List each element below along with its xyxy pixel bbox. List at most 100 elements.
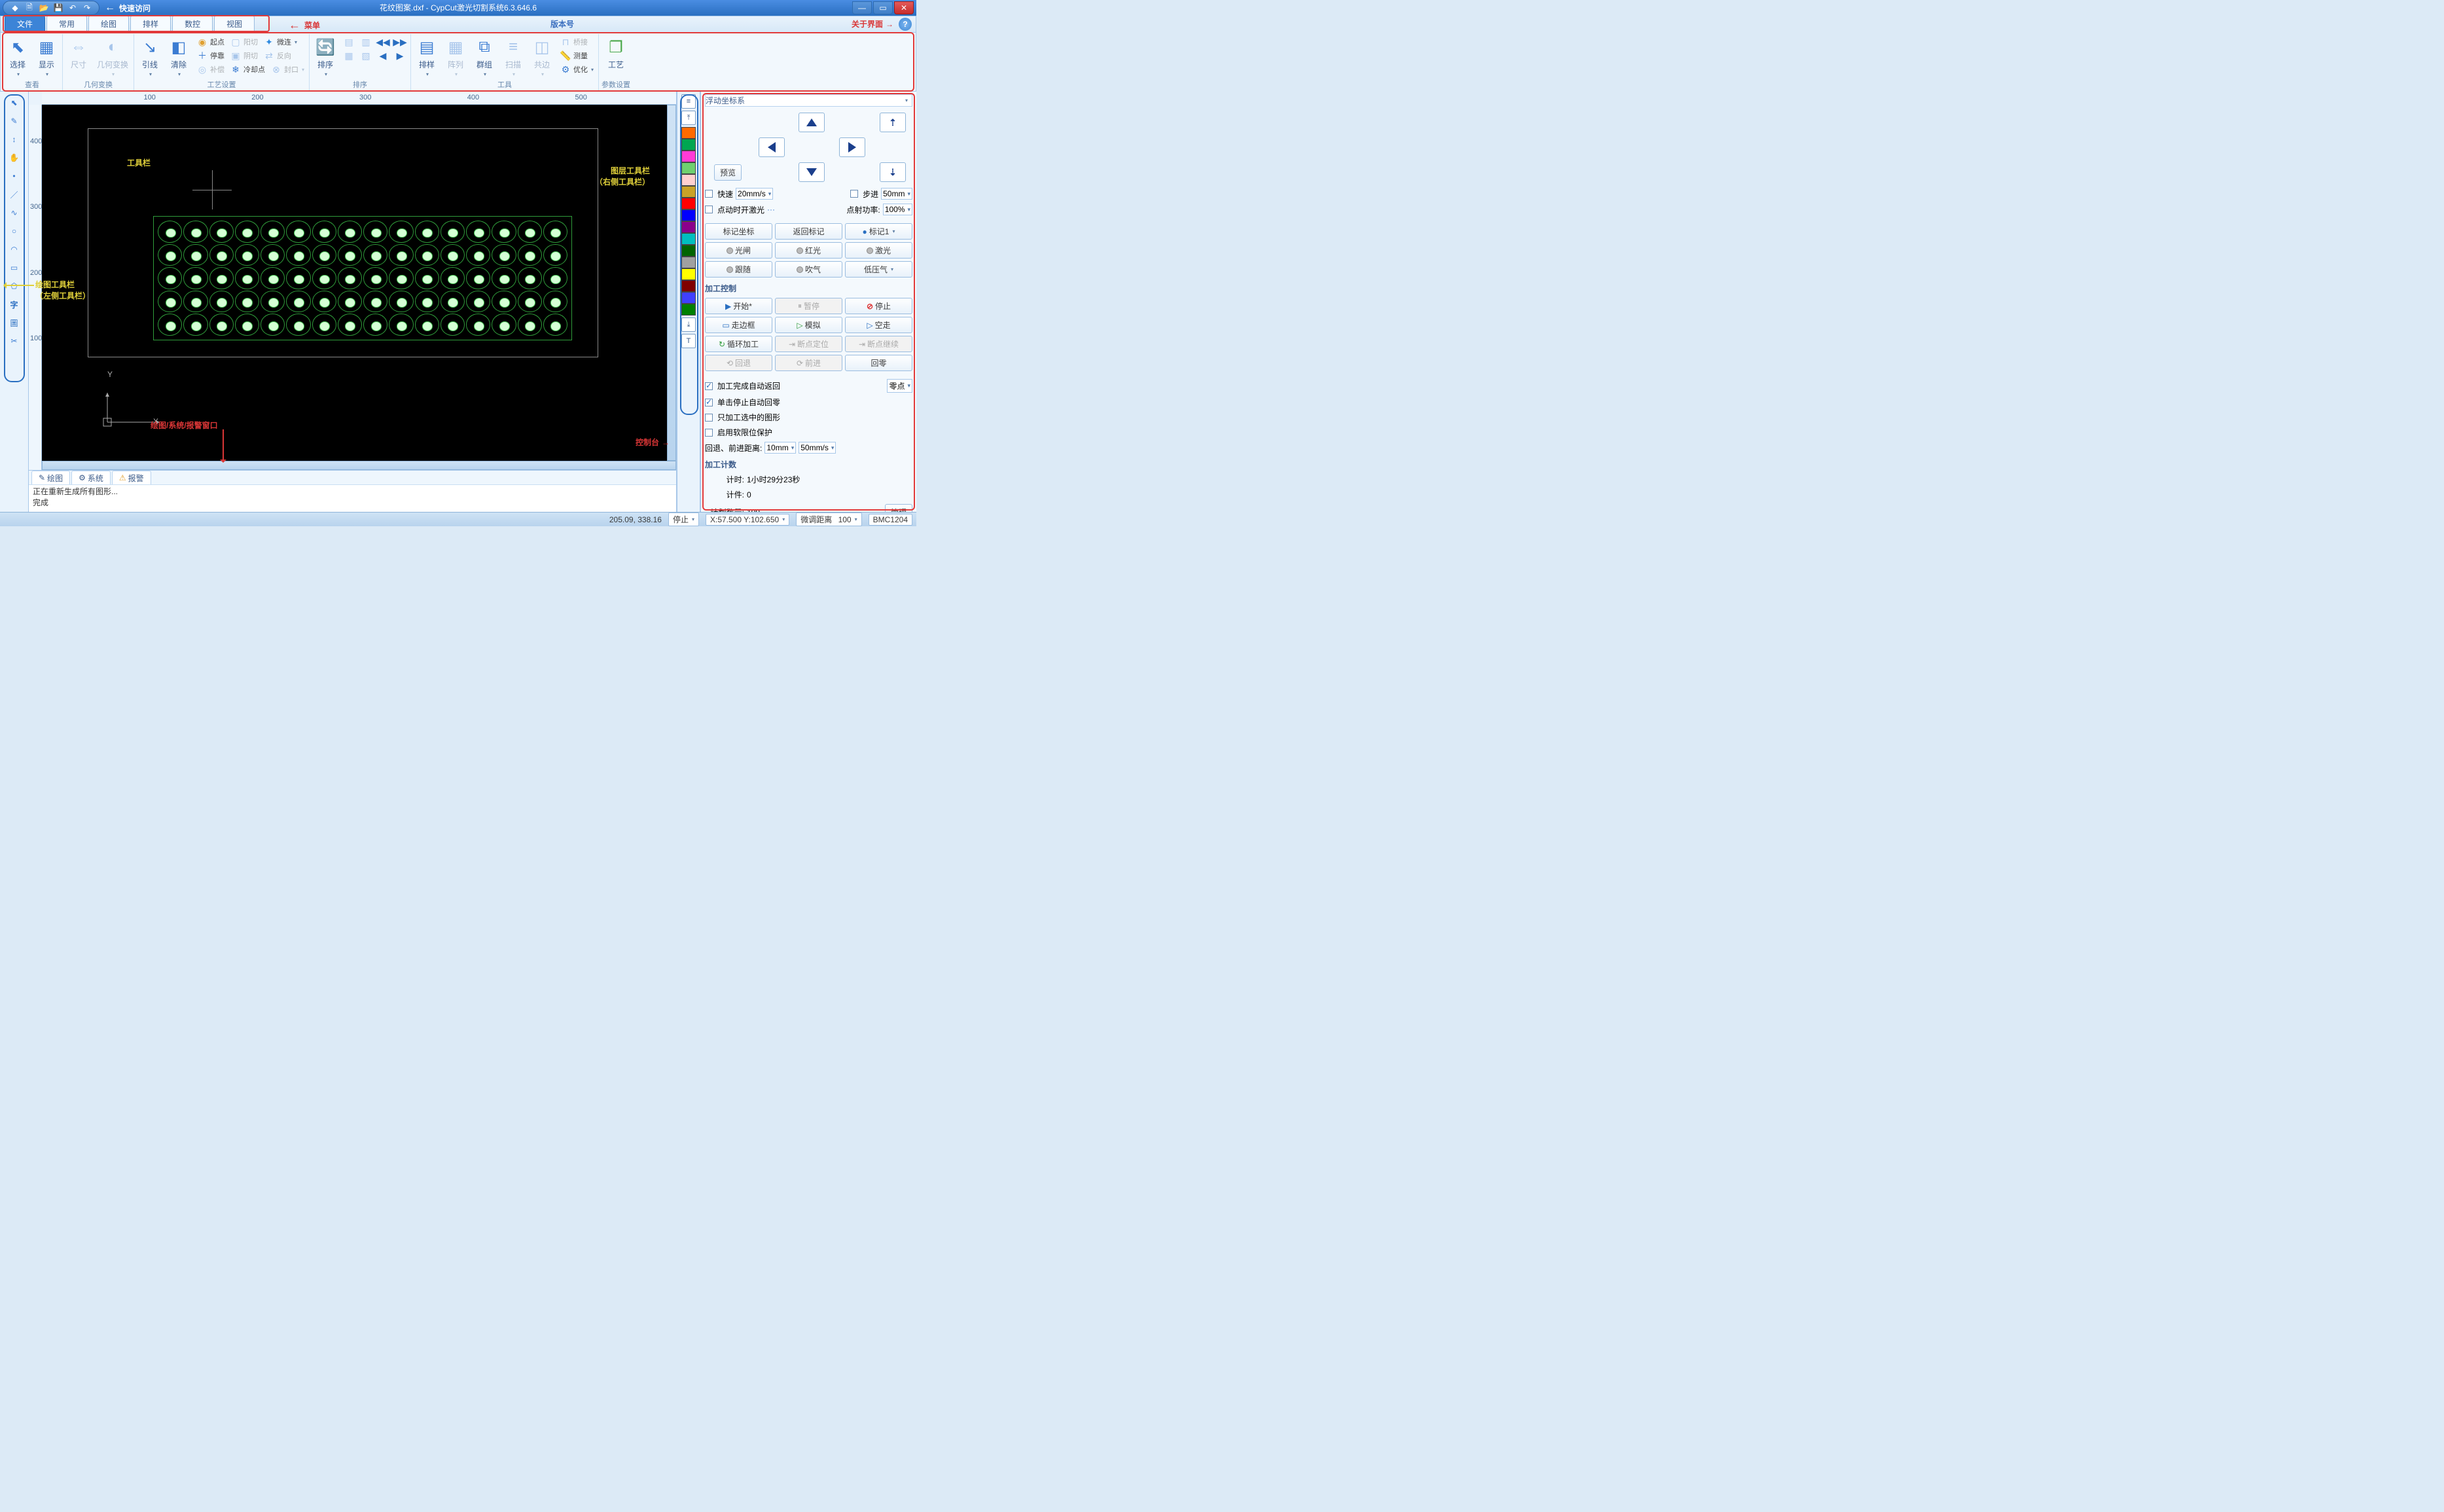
manage-button[interactable]: 管理: [885, 504, 912, 512]
layer-swatch-1[interactable]: [681, 139, 696, 151]
sort-step-prev[interactable]: ◀: [375, 49, 391, 62]
close-button[interactable]: ✕: [894, 1, 914, 14]
layer-list-button[interactable]: ≡: [681, 94, 696, 109]
commonedge-button[interactable]: ◫共边▾: [529, 35, 555, 79]
redlight-button[interactable]: 红光: [775, 242, 842, 259]
tab-common[interactable]: 常用: [46, 15, 87, 33]
nest-button[interactable]: ▤排样▾: [414, 35, 440, 79]
sort-next[interactable]: ▶▶: [392, 35, 408, 48]
pointer-tool[interactable]: ⬉: [6, 94, 23, 111]
minimize-button[interactable]: —: [852, 1, 872, 14]
sort-button[interactable]: 🔄排序▾: [312, 35, 338, 79]
return-to-combo[interactable]: 零点: [887, 379, 912, 393]
scan-button[interactable]: ≡扫描▾: [500, 35, 526, 79]
dotpower-combo[interactable]: 100%: [883, 204, 912, 215]
order-tool[interactable]: ↕: [6, 131, 23, 148]
line-tool[interactable]: ／: [6, 186, 23, 203]
bf-dist-combo[interactable]: 10mm: [764, 442, 796, 454]
fast-checkbox[interactable]: [705, 190, 713, 198]
jog-down-button[interactable]: [799, 162, 825, 182]
layer-swatch-3[interactable]: [681, 162, 696, 174]
reverse-button[interactable]: ⇄反向: [261, 49, 293, 62]
layer-swatch-8[interactable]: [681, 221, 696, 233]
tab-draw[interactable]: 绘图: [88, 15, 129, 33]
start-button[interactable]: ▶开始*: [705, 298, 772, 314]
dryrun-button[interactable]: ▷空走: [845, 317, 912, 333]
geom-exchange-button[interactable]: ◐几何变换▾: [94, 35, 131, 79]
select-button[interactable]: ⬉选择▾: [5, 35, 31, 79]
step-checkbox[interactable]: [850, 190, 858, 198]
layer-swatch-12[interactable]: [681, 268, 696, 280]
coolpoint-button[interactable]: ❄冷却点: [228, 63, 267, 76]
dimension-button[interactable]: ⇔尺寸: [65, 35, 92, 71]
vertical-scrollbar[interactable]: [667, 105, 676, 461]
maximize-button[interactable]: ▭: [873, 1, 893, 14]
rect-tool[interactable]: ▭: [6, 259, 23, 276]
yangcut-button[interactable]: ▢阳切: [228, 35, 260, 48]
shutter-button[interactable]: 光闸: [705, 242, 772, 259]
layer-swatch-13[interactable]: [681, 280, 696, 292]
microjoint-button[interactable]: ✦微连▾: [261, 35, 299, 48]
text-tool[interactable]: 字: [6, 296, 23, 313]
open-icon[interactable]: 📂: [39, 3, 49, 13]
stop-button[interactable]: ⊘停止: [845, 298, 912, 314]
arc-tool[interactable]: ◠: [6, 241, 23, 258]
preview-button[interactable]: 预览: [714, 164, 742, 181]
bp-locate-button[interactable]: ⇥断点定位: [775, 336, 842, 352]
state-field[interactable]: 停止▾: [668, 513, 699, 526]
z-down-button[interactable]: ⇣: [880, 162, 906, 182]
layer-text-button[interactable]: T: [681, 334, 696, 348]
polyline-tool[interactable]: ∿: [6, 204, 23, 221]
node-tool[interactable]: ✎: [6, 113, 23, 130]
frame-button[interactable]: ▭走边框: [705, 317, 772, 333]
clickstop-checkbox[interactable]: [705, 399, 713, 406]
fast-speed-combo[interactable]: 20mm/s: [736, 188, 773, 200]
return-mark-button[interactable]: 返回标记: [775, 223, 842, 240]
lead-button[interactable]: ↘引线▾: [137, 35, 163, 79]
stop-button-proc[interactable]: ＋停靠: [194, 49, 226, 62]
tab-file[interactable]: 文件: [5, 15, 45, 33]
layer-swatch-4[interactable]: [681, 174, 696, 186]
layer-swatch-0[interactable]: [681, 127, 696, 139]
layer-swatch-10[interactable]: [681, 245, 696, 257]
sort-m3[interactable]: ▦: [341, 49, 357, 62]
laser-button[interactable]: 激光: [845, 242, 912, 259]
layer-swatch-7[interactable]: [681, 209, 696, 221]
layer-top-button[interactable]: ⤒: [681, 111, 696, 125]
measure-button[interactable]: 📏测量: [558, 49, 596, 62]
onlyselected-checkbox[interactable]: [705, 414, 713, 422]
help-button[interactable]: ?: [899, 18, 912, 31]
pause-button[interactable]: ⏸暂停: [775, 298, 842, 314]
gallery-tool[interactable]: 圖: [6, 314, 23, 331]
new-icon[interactable]: 🗎: [24, 3, 35, 13]
tab-nest[interactable]: 排样: [130, 15, 171, 33]
mark1-combo[interactable]: ●标记1▾: [845, 223, 912, 240]
undo-icon[interactable]: ↶: [67, 3, 78, 13]
tab-view[interactable]: 视图: [214, 15, 255, 33]
layer-swatch-9[interactable]: [681, 233, 696, 245]
step-dist-combo[interactable]: 50mm: [881, 188, 912, 200]
forward-button[interactable]: ⟳前进: [775, 355, 842, 371]
z-up-button[interactable]: ⇡: [880, 113, 906, 132]
loop-button[interactable]: ↻循环加工: [705, 336, 772, 352]
gas-combo[interactable]: 低压气▾: [845, 261, 912, 278]
joglaser-checkbox[interactable]: [705, 206, 713, 213]
layer-swatch-15[interactable]: [681, 304, 696, 315]
layer-swatch-6[interactable]: [681, 198, 696, 209]
machine-position[interactable]: X:57.500 Y:102.650▾: [706, 514, 789, 526]
mark-coord-button[interactable]: 标记坐标: [705, 223, 772, 240]
measure-tool[interactable]: ✂: [6, 333, 23, 350]
autoreturn-checkbox[interactable]: [705, 382, 713, 390]
jog-right-button[interactable]: [839, 137, 865, 157]
softlimit-checkbox[interactable]: [705, 429, 713, 437]
blow-button[interactable]: 吹气: [775, 261, 842, 278]
compensate-button[interactable]: ◎补偿: [194, 63, 226, 76]
sort-m2[interactable]: ▥: [358, 35, 374, 48]
coord-system-dropdown[interactable]: 浮动坐标系▾: [705, 94, 912, 107]
back-button[interactable]: ⟲回退: [705, 355, 772, 371]
tab-draw-log[interactable]: ✎绘图: [31, 471, 70, 485]
clear-button[interactable]: ◧清除▾: [166, 35, 192, 79]
horizontal-scrollbar[interactable]: [42, 461, 676, 470]
redo-icon[interactable]: ↷: [82, 3, 92, 13]
layer-bottom-button[interactable]: ⤓: [681, 317, 696, 332]
